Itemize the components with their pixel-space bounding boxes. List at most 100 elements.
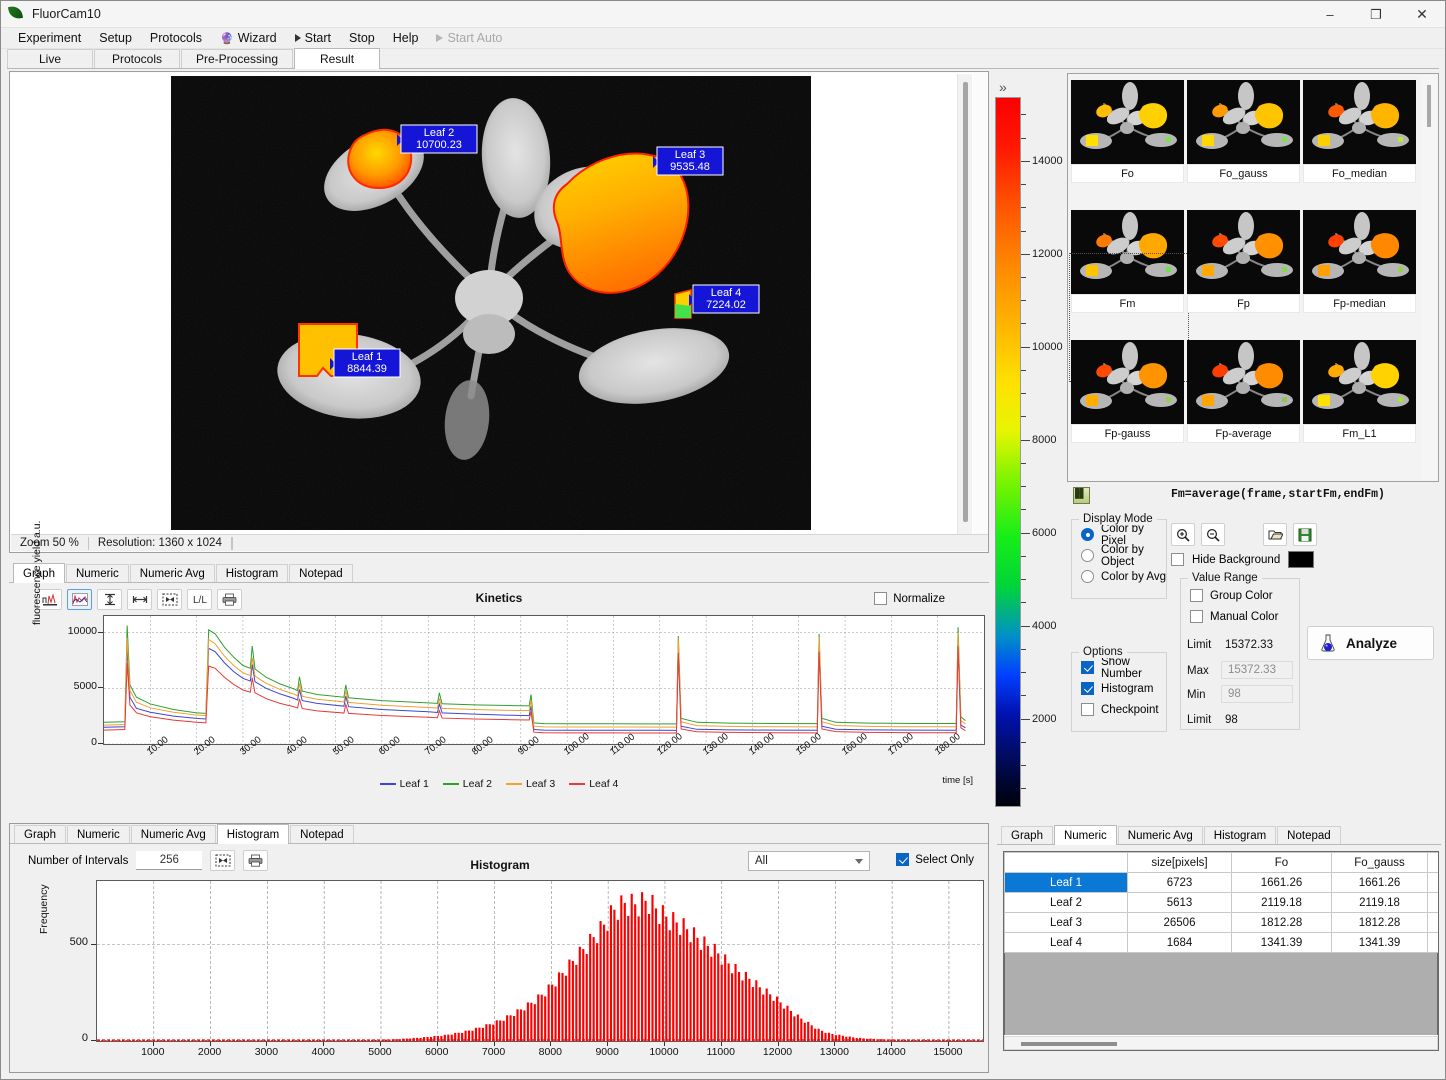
histpanel-tab-graph[interactable]: Graph (14, 825, 66, 843)
save-icon[interactable] (1293, 523, 1317, 546)
menu-setup[interactable]: Setup (90, 29, 141, 47)
tablepanel-tab-graph[interactable]: Graph (1001, 826, 1053, 844)
histpanel-tab-numeric[interactable]: Numeric (67, 825, 130, 843)
table-row[interactable]: Leaf 1 6723 1661.26 1661.26 1419.04 (1005, 873, 1440, 893)
thumbnail-plant-svg (1071, 210, 1184, 294)
tablepanel-tab-numeric-avg[interactable]: Numeric Avg (1118, 826, 1203, 844)
checkbox-histogram[interactable]: Histogram (1072, 678, 1166, 699)
histpanel-tab-numeric-avg[interactable]: Numeric Avg (131, 825, 216, 843)
fluorcam-application-window: FluorCam10 – ❐ ✕ Experiment Setup Protoc… (0, 0, 1446, 1080)
histpanel-tab-histogram[interactable]: Histogram (217, 824, 289, 844)
graphpanel-tab-numeric[interactable]: Numeric (66, 564, 129, 582)
normalize-checkbox[interactable]: Normalize (874, 592, 945, 605)
maximize-icon[interactable]: ❐ (1353, 1, 1399, 28)
table-row[interactable]: Leaf 3 26506 1812.28 1812.28 1546.42 (1005, 913, 1440, 933)
hide-background-row[interactable]: Hide Background (1171, 551, 1314, 568)
numeric-table: size[pixels] Fo Fo_gauss Fo_media Leaf 1… (1004, 852, 1439, 953)
thumbnail-fp-average[interactable]: Fp-average (1187, 340, 1303, 470)
thumbnail-plant-svg (1303, 340, 1416, 424)
table-row[interactable]: Leaf 2 5613 2119.18 2119.18 1859.77 (1005, 893, 1440, 913)
thumbnails-scroll-thumb[interactable] (1427, 85, 1431, 127)
histogram-bar (617, 920, 619, 1041)
table-scroll-thumb[interactable] (1021, 1042, 1117, 1046)
histogram-bar (385, 1040, 387, 1041)
tab-result[interactable]: Result (294, 48, 380, 69)
limit-max-value[interactable]: 15372.33 (1225, 639, 1273, 651)
image-viewer-canvas[interactable]: Leaf 2 10700.23 Leaf 3 9535.48 Leaf 1 88… (11, 73, 973, 535)
tablepanel-tab-notepad[interactable]: Notepad (1277, 826, 1340, 844)
svg-text:9535.48: 9535.48 (670, 161, 710, 173)
minimize-icon[interactable]: – (1307, 1, 1353, 28)
graphpanel-tab-notepad[interactable]: Notepad (289, 564, 352, 582)
close-icon[interactable]: ✕ (1399, 1, 1445, 28)
histogram-bar (807, 1022, 809, 1041)
background-color-swatch[interactable] (1288, 551, 1314, 568)
histogram-bar (565, 976, 567, 1041)
thumbnail-fp-gauss[interactable]: Fp-gauss (1071, 340, 1187, 470)
thumbnail-fp[interactable]: Fp (1187, 210, 1303, 340)
checkbox-manual-color[interactable]: Manual Color (1181, 606, 1299, 627)
checkbox-show-number[interactable]: Show Number (1072, 657, 1166, 678)
graphpanel-tab-histogram[interactable]: Histogram (216, 564, 288, 582)
histogram-bar (548, 984, 550, 1041)
thumbnail-fo-gauss[interactable]: Fo_gauss (1187, 80, 1303, 210)
kinetics-y-tick-label: 10000 (53, 625, 97, 637)
graphpanel-tab-numeric-avg[interactable]: Numeric Avg (130, 564, 215, 582)
menu-wizard[interactable]: 🔮 Wizard (211, 29, 286, 47)
colorbar-minor-tick (1021, 556, 1026, 557)
tablepanel-tab-numeric[interactable]: Numeric (1054, 825, 1117, 845)
tab-live[interactable]: Live (7, 49, 93, 68)
chevron-double-right-icon[interactable]: » (999, 79, 1005, 95)
checkbox-checkpoint[interactable]: Checkpoint (1072, 699, 1166, 720)
menu-start[interactable]: Start (286, 29, 340, 47)
svg-text:8844.39: 8844.39 (347, 363, 387, 375)
histogram-bar (589, 934, 591, 1041)
histogram-bar (478, 1028, 480, 1041)
tab-protocols[interactable]: Protocols (94, 49, 180, 68)
kinetics-plot-area[interactable] (103, 615, 985, 745)
histogram-source-select[interactable]: All (748, 851, 870, 871)
analyze-button[interactable]: Analyze (1307, 626, 1434, 660)
table-horizontal-scrollbar[interactable] (1004, 1036, 1438, 1050)
zoom-in-icon[interactable] (1171, 523, 1195, 546)
limit-min-value[interactable]: 98 (1225, 714, 1238, 726)
viewer-vertical-scrollbar[interactable] (957, 74, 972, 535)
histogram-bar (773, 1001, 775, 1041)
tablepanel-tab-histogram[interactable]: Histogram (1204, 826, 1276, 844)
histogram-bar (506, 1015, 508, 1041)
col-header-fo-gauss[interactable]: Fo_gauss (1332, 853, 1428, 873)
histogram-bar (340, 1040, 342, 1041)
select-only-checkbox[interactable]: Select Only (896, 853, 974, 866)
folder-open-icon[interactable] (1263, 523, 1287, 546)
thumbnail-fm[interactable]: Fm (1071, 210, 1187, 340)
col-header-size[interactable]: size[pixels] (1128, 853, 1232, 873)
menu-protocols[interactable]: Protocols (141, 29, 211, 47)
col-header-fo-median[interactable]: Fo_media (1428, 853, 1440, 873)
zoom-out-icon[interactable] (1201, 523, 1225, 546)
plant-fluorescence-image[interactable]: Leaf 2 10700.23 Leaf 3 9535.48 Leaf 1 88… (171, 76, 811, 530)
thumbnails-vertical-scrollbar[interactable] (1421, 75, 1437, 480)
thumbnail-fm-l1[interactable]: Fm_L1 (1303, 340, 1419, 470)
histogram-bar (579, 947, 581, 1041)
histogram-plot-area[interactable] (96, 880, 984, 1042)
col-header-fo[interactable]: Fo (1232, 853, 1332, 873)
thumbnail-fo-median[interactable]: Fo_median (1303, 80, 1419, 210)
menu-experiment[interactable]: Experiment (9, 29, 90, 47)
col-header-blank[interactable] (1005, 853, 1128, 873)
radio-color-by-avg[interactable]: Color by Avg (1072, 566, 1166, 587)
histpanel-tab-notepad[interactable]: Notepad (290, 825, 353, 843)
checkbox-group-color[interactable]: Group Color (1181, 585, 1299, 606)
radio-color-by-object[interactable]: Color by Object (1072, 545, 1166, 566)
table-row[interactable]: Leaf 4 1684 1341.39 1341.39 1106.72 (1005, 933, 1440, 953)
radio-color-by-pixel[interactable]: Color by Pixel (1072, 524, 1166, 545)
menu-stop[interactable]: Stop (340, 29, 384, 47)
menu-help[interactable]: Help (384, 29, 428, 47)
histogram-bar (676, 922, 678, 1041)
thumbnail-fo[interactable]: Fo (1071, 80, 1187, 210)
histogram-bar (804, 1023, 806, 1041)
viewer-scroll-thumb[interactable] (963, 82, 968, 522)
thumbnail-fp-median[interactable]: Fp-median (1303, 210, 1419, 340)
tab-pre-processing[interactable]: Pre-Processing (181, 49, 293, 68)
colorbar-minor-tick (1021, 416, 1026, 417)
legend-item-leaf4: Leaf 4 (569, 778, 618, 790)
